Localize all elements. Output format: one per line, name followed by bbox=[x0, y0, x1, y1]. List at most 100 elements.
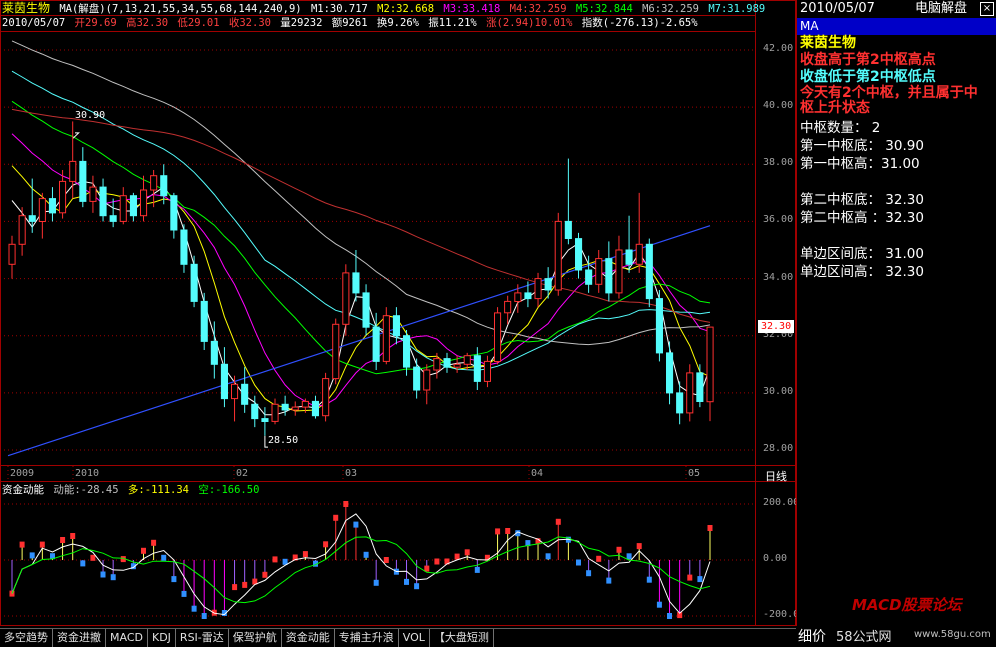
time-tick-label: 03 bbox=[345, 468, 358, 479]
momentum-block bbox=[636, 543, 642, 550]
candlestick bbox=[605, 241, 613, 302]
candlestick bbox=[706, 326, 714, 422]
quote-amount: 额9261 bbox=[331, 17, 368, 29]
momentum-block bbox=[373, 579, 379, 586]
panel-date: 2010/05/07 bbox=[800, 1, 875, 16]
candlestick bbox=[99, 178, 107, 222]
indicator-tab[interactable]: 资金动能 bbox=[282, 629, 335, 647]
momentum-block bbox=[363, 551, 369, 558]
price-tick-label: 38.00 bbox=[763, 157, 794, 169]
panel-count: 中枢数量： 2 bbox=[800, 120, 881, 136]
indicator-tab[interactable]: 多空趋势 bbox=[0, 629, 53, 647]
candlestick bbox=[413, 358, 421, 399]
price-tick-label: 34.00 bbox=[763, 271, 794, 283]
quote-amplitude: 振11.21% bbox=[428, 17, 477, 29]
momentum-block bbox=[19, 541, 25, 548]
candlestick bbox=[666, 341, 674, 405]
quote-change: 涨(2.94)10.01% bbox=[486, 17, 573, 29]
close-icon[interactable]: × bbox=[980, 2, 994, 16]
candlestick bbox=[362, 284, 370, 336]
panel-ma-row[interactable]: MA bbox=[797, 18, 996, 35]
sub-bear: 空:-166.50 bbox=[198, 484, 260, 496]
momentum-block bbox=[90, 554, 96, 561]
panel-title: 电脑解盘 bbox=[915, 1, 968, 16]
momentum-block bbox=[161, 554, 167, 561]
candlestick bbox=[575, 232, 583, 279]
candlestick bbox=[160, 164, 168, 205]
ma-line bbox=[11, 40, 711, 346]
momentum-block bbox=[616, 546, 622, 553]
indicator-tab[interactable]: 【大盘短测 bbox=[430, 629, 494, 647]
candlestick bbox=[615, 235, 623, 299]
candlestick bbox=[443, 352, 451, 373]
momentum-block bbox=[191, 605, 197, 612]
momentum-block bbox=[141, 547, 146, 554]
momentum-block bbox=[606, 577, 612, 584]
time-tick-label: 05 bbox=[688, 468, 701, 479]
candlestick bbox=[645, 238, 653, 308]
candlestick bbox=[119, 187, 127, 225]
momentum-block bbox=[434, 558, 440, 565]
momentum-block bbox=[667, 613, 672, 619]
sub-bull: 多:-111.34 bbox=[127, 484, 189, 496]
stock-name: 莱茵生物 bbox=[2, 1, 51, 15]
momentum-block bbox=[353, 521, 359, 528]
candlestick bbox=[89, 175, 97, 213]
forum-watermark: MACD股票论坛 bbox=[852, 596, 962, 614]
momentum-block bbox=[60, 537, 66, 543]
momentum-block bbox=[110, 574, 116, 581]
panel-side-low: 单边区间底： 31.00 bbox=[800, 246, 924, 262]
candlestick bbox=[564, 158, 572, 245]
panel-c2-low: 第二中枢底： 32.30 bbox=[800, 192, 924, 208]
indicator-tab[interactable]: 资金进撤 bbox=[53, 629, 106, 647]
momentum-block bbox=[232, 584, 238, 591]
panel-side-high: 单边区间高： 32.30 bbox=[800, 264, 924, 280]
indicator-tab[interactable]: RSI-雷达 bbox=[176, 629, 229, 647]
indicator-header: 莱茵生物 MA(解盘)(7,13,21,55,34,55,68,144,240,… bbox=[2, 1, 768, 16]
quote-index: 指数(-276.13)-2.65% bbox=[581, 17, 698, 29]
candlestick bbox=[686, 364, 694, 422]
period-label[interactable]: 日线 bbox=[765, 468, 787, 484]
indicator-tab[interactable]: 保驾护航 bbox=[229, 629, 282, 647]
time-tick-label: 2010 bbox=[75, 468, 100, 479]
candlestick bbox=[200, 292, 208, 350]
ma-m7: M7:31.989 bbox=[708, 3, 766, 15]
momentum-block bbox=[646, 576, 652, 583]
quote-line: 2010/05/07 开29.69 高32.30 低29.01 收32.30 量… bbox=[2, 16, 701, 30]
candlestick bbox=[483, 355, 491, 388]
sub-signal-line bbox=[11, 513, 711, 616]
indicator-tab[interactable]: MACD bbox=[106, 629, 148, 647]
candlestick bbox=[190, 255, 198, 308]
ma-m5: M5:32.844 bbox=[575, 3, 633, 15]
ma-m2: M2:32.668 bbox=[377, 3, 435, 15]
momentum-block bbox=[555, 518, 561, 525]
price-tick-label: 28.00 bbox=[763, 443, 794, 454]
indicator-tab[interactable]: 专捕主升浪 bbox=[335, 629, 399, 647]
momentum-block bbox=[262, 571, 268, 578]
momentum-block bbox=[474, 566, 480, 573]
detail-price-label[interactable]: 细价 bbox=[798, 626, 826, 646]
time-tick-label: 04 bbox=[531, 468, 544, 479]
indicator-tabs: 多空趋势 资金进撤 MACD KDJ RSI-雷达 保驾护航 资金动能 专捕主升浪 VOL 【大盘… bbox=[0, 628, 796, 647]
quote-high: 高32.30 bbox=[125, 17, 169, 29]
indicator-tab[interactable]: KDJ bbox=[148, 629, 176, 647]
momentum-block bbox=[626, 553, 632, 560]
candlestick bbox=[322, 372, 330, 422]
quote-close: 收32.30 bbox=[228, 17, 271, 29]
momentum-block bbox=[454, 553, 460, 560]
candlestick bbox=[534, 272, 542, 308]
candlestick bbox=[18, 207, 26, 256]
ma-m4: M4:32.259 bbox=[509, 3, 567, 15]
momentum-block bbox=[272, 556, 278, 563]
candlestick bbox=[271, 398, 279, 425]
momentum-block bbox=[39, 541, 45, 548]
candlestick bbox=[79, 147, 87, 208]
momentum-block bbox=[404, 578, 409, 585]
candlestick bbox=[494, 307, 502, 365]
candlestick bbox=[180, 224, 188, 273]
sub-tick-label: 0.00 bbox=[763, 553, 788, 564]
momentum-block bbox=[242, 581, 248, 588]
momentum-block bbox=[181, 590, 187, 597]
quote-date: 2010/05/07 bbox=[2, 17, 66, 29]
indicator-tab[interactable]: VOL bbox=[399, 629, 430, 647]
